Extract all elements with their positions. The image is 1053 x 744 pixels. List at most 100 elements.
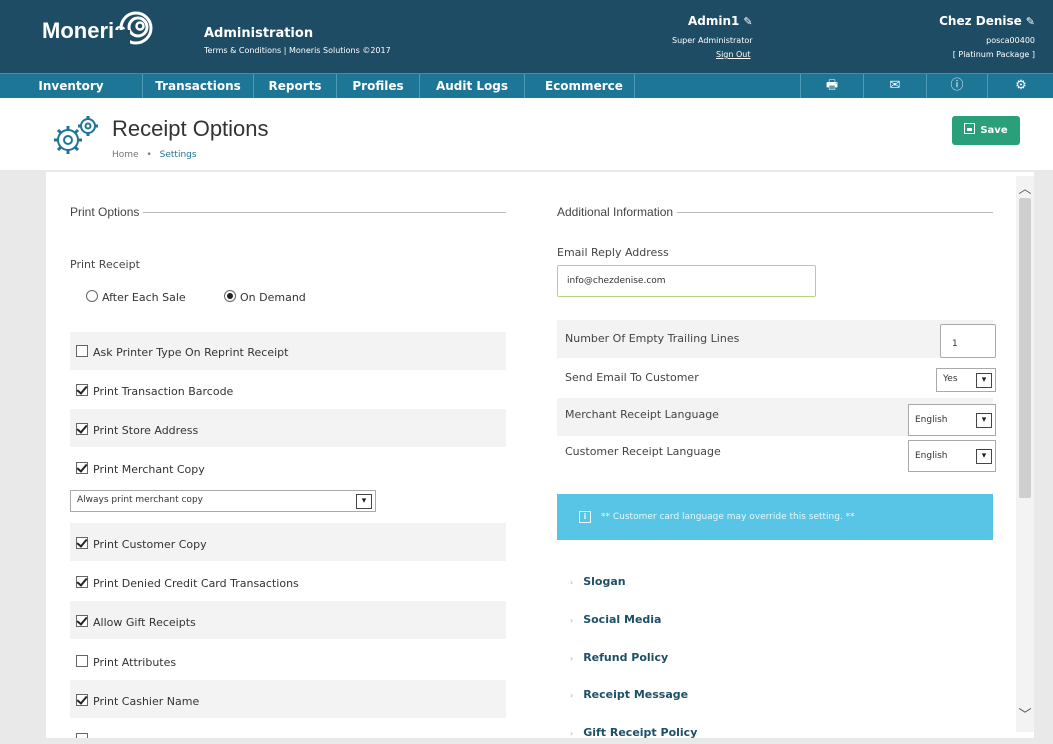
checkbox-partial[interactable] (76, 733, 93, 738)
email-reply-label: Email Reply Address (557, 246, 669, 259)
chevron-right-icon: › (570, 578, 574, 587)
radio-on-demand-label: On Demand (240, 291, 306, 304)
chevron-down-icon[interactable]: ▾ (976, 373, 992, 388)
nav-inventory[interactable]: Inventory (0, 74, 143, 99)
checkbox[interactable] (76, 733, 88, 738)
merchant-lang-select[interactable]: English ▾ (908, 404, 996, 436)
accordion-label: Receipt Message (583, 688, 689, 701)
checkbox-checked[interactable] (76, 537, 88, 549)
store-name[interactable]: Chez Denise ✎ (939, 14, 1035, 28)
trailing-lines-input[interactable]: 1 (940, 324, 996, 358)
radio-button-selected[interactable] (224, 290, 236, 302)
radio-after-each-sale[interactable]: After Each Sale (86, 290, 186, 305)
nav-ecommerce[interactable]: Ecommerce (525, 74, 635, 99)
chevron-down-icon[interactable]: ▾ (356, 494, 372, 509)
trailing-lines-label: Number Of Empty Trailing Lines (565, 332, 740, 345)
pencil-icon[interactable]: ✎ (1026, 15, 1035, 28)
nav-audit-logs[interactable]: Audit Logs (420, 74, 525, 99)
checkbox-label: Print Store Address (93, 424, 199, 437)
accordion-label: Social Media (583, 613, 662, 626)
checkbox-checked[interactable] (76, 576, 88, 588)
help-icon[interactable]: ⓘ (926, 74, 987, 99)
accordion-social-media[interactable]: › Social Media (570, 613, 661, 626)
radio-after-each-sale-label: After Each Sale (102, 291, 186, 304)
checkbox-print-store-address[interactable]: Print Store Address (76, 423, 198, 438)
send-email-label: Send Email To Customer (565, 371, 699, 384)
checkbox-ask-printer-type[interactable]: Ask Printer Type On Reprint Receipt (76, 345, 288, 360)
nav-transactions[interactable]: Transactions (143, 74, 254, 99)
settings-panel (46, 172, 1034, 738)
printer-icon[interactable]: 🖶 (800, 74, 863, 99)
print-receipt-label: Print Receipt (70, 258, 140, 271)
checkbox-print-cashier-name[interactable]: Print Cashier Name (76, 694, 199, 709)
accordion-label: Gift Receipt Policy (583, 726, 698, 738)
save-label: Save (980, 125, 1008, 136)
radio-button[interactable] (86, 290, 98, 302)
chevron-right-icon: › (570, 729, 574, 738)
accordion-label: Slogan (583, 575, 626, 588)
accordion-slogan[interactable]: › Slogan (570, 575, 626, 588)
merchant-lang-value: English (915, 415, 948, 425)
admin-subtitle[interactable]: Terms & Conditions | Moneris Solutions ©… (204, 46, 391, 55)
checkbox-label: Print Attributes (93, 656, 177, 669)
user-role: Super Administrator (672, 36, 753, 45)
checkbox-print-merchant-copy[interactable]: Print Merchant Copy (76, 462, 205, 477)
settings-icon[interactable]: ⚙ (987, 74, 1053, 99)
breadcrumb-current[interactable]: Settings (160, 150, 197, 160)
chevron-down-icon[interactable]: ▾ (976, 449, 992, 464)
customer-lang-select[interactable]: English ▾ (908, 440, 996, 472)
send-email-select[interactable]: Yes ▾ (936, 368, 996, 392)
sign-out-link[interactable]: Sign Out (716, 50, 751, 59)
user-name-label: Admin1 (688, 14, 740, 28)
checkbox-checked[interactable] (76, 423, 88, 435)
user-name[interactable]: Admin1 ✎ (688, 14, 753, 28)
page-header: Receipt Options Home • Settings Save (0, 98, 1053, 171)
breadcrumb-separator: • (146, 150, 152, 160)
checkbox-checked[interactable] (76, 615, 88, 627)
checkbox-label: Print Denied Credit Card Transactions (93, 577, 299, 590)
email-reply-input[interactable]: info@chezdenise.com (557, 265, 816, 297)
scrollbar-thumb[interactable] (1019, 198, 1031, 498)
checkbox-checked[interactable] (76, 384, 88, 396)
chevron-right-icon: › (570, 616, 574, 625)
checkbox[interactable] (76, 655, 88, 667)
chevron-down-icon[interactable]: ﹀ (1016, 704, 1034, 723)
accordion-refund-policy[interactable]: › Refund Policy (570, 651, 668, 664)
page-title: Receipt Options (112, 116, 269, 141)
checkbox-print-barcode[interactable]: Print Transaction Barcode (76, 384, 233, 399)
accordion-receipt-message[interactable]: › Receipt Message (570, 688, 688, 701)
store-id: posca00400 (986, 36, 1035, 45)
trailing-lines-value: 1 (952, 339, 958, 349)
breadcrumb: Home • Settings (112, 150, 197, 160)
checkbox-print-customer-copy[interactable]: Print Customer Copy (76, 537, 207, 552)
checkbox-print-attributes[interactable]: Print Attributes (76, 655, 176, 670)
checkbox-label: Print Customer Copy (93, 538, 207, 551)
nav-profiles[interactable]: Profiles (337, 74, 420, 99)
chevron-up-icon[interactable]: ︿ (1016, 178, 1034, 197)
checkbox-label: Allow Gift Receipts (93, 616, 196, 629)
customer-lang-value: English (915, 451, 948, 461)
merchant-copy-select-value: Always print merchant copy (77, 495, 203, 505)
checkbox-print-denied-cc[interactable]: Print Denied Credit Card Transactions (76, 576, 299, 591)
accordion-gift-receipt-policy[interactable]: › Gift Receipt Policy (570, 726, 697, 738)
checkbox-label: Print Transaction Barcode (93, 385, 234, 398)
nav-reports[interactable]: Reports (254, 74, 337, 99)
checkbox-label: Ask Printer Type On Reprint Receipt (93, 346, 289, 359)
merchant-copy-select[interactable]: Always print merchant copy ▾ (70, 490, 376, 512)
breadcrumb-home[interactable]: Home (112, 150, 139, 160)
print-options-title: Print Options (70, 205, 144, 219)
chevron-down-icon[interactable]: ▾ (976, 413, 992, 428)
checkbox-allow-gift-receipts[interactable]: Allow Gift Receipts (76, 615, 196, 630)
additional-info-title: Additional Information (557, 205, 678, 219)
radio-on-demand[interactable]: On Demand (224, 290, 306, 305)
checkbox[interactable] (76, 345, 88, 357)
mail-icon[interactable]: ✉ (863, 74, 926, 99)
send-email-value: Yes (943, 374, 958, 384)
checkbox-checked[interactable] (76, 694, 88, 706)
pencil-icon[interactable]: ✎ (743, 15, 752, 28)
moneris-logo-mark-icon (114, 11, 153, 46)
info-icon: i (579, 511, 591, 523)
admin-title: Administration (204, 26, 314, 41)
checkbox-checked[interactable] (76, 462, 88, 474)
save-button[interactable]: Save (952, 116, 1020, 145)
